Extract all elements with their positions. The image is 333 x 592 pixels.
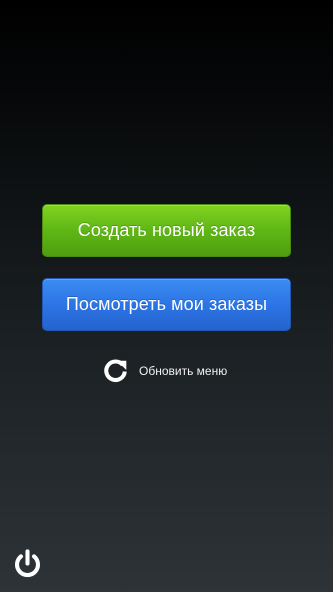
refresh-menu-label: Обновить меню	[139, 364, 228, 378]
view-orders-button[interactable]: Посмотреть мои заказы	[42, 278, 291, 331]
power-icon	[15, 549, 40, 578]
power-button[interactable]	[11, 548, 44, 581]
view-orders-button-label: Посмотреть мои заказы	[65, 294, 268, 314]
create-order-button[interactable]: Создать новый заказ	[42, 204, 291, 257]
main-screen: Создать новый заказ Посмотреть мои заказ…	[0, 0, 333, 592]
refresh-icon	[104, 359, 127, 382]
create-order-button-label: Создать новый заказ	[77, 220, 256, 240]
refresh-menu-button[interactable]: Обновить меню	[102, 357, 227, 385]
